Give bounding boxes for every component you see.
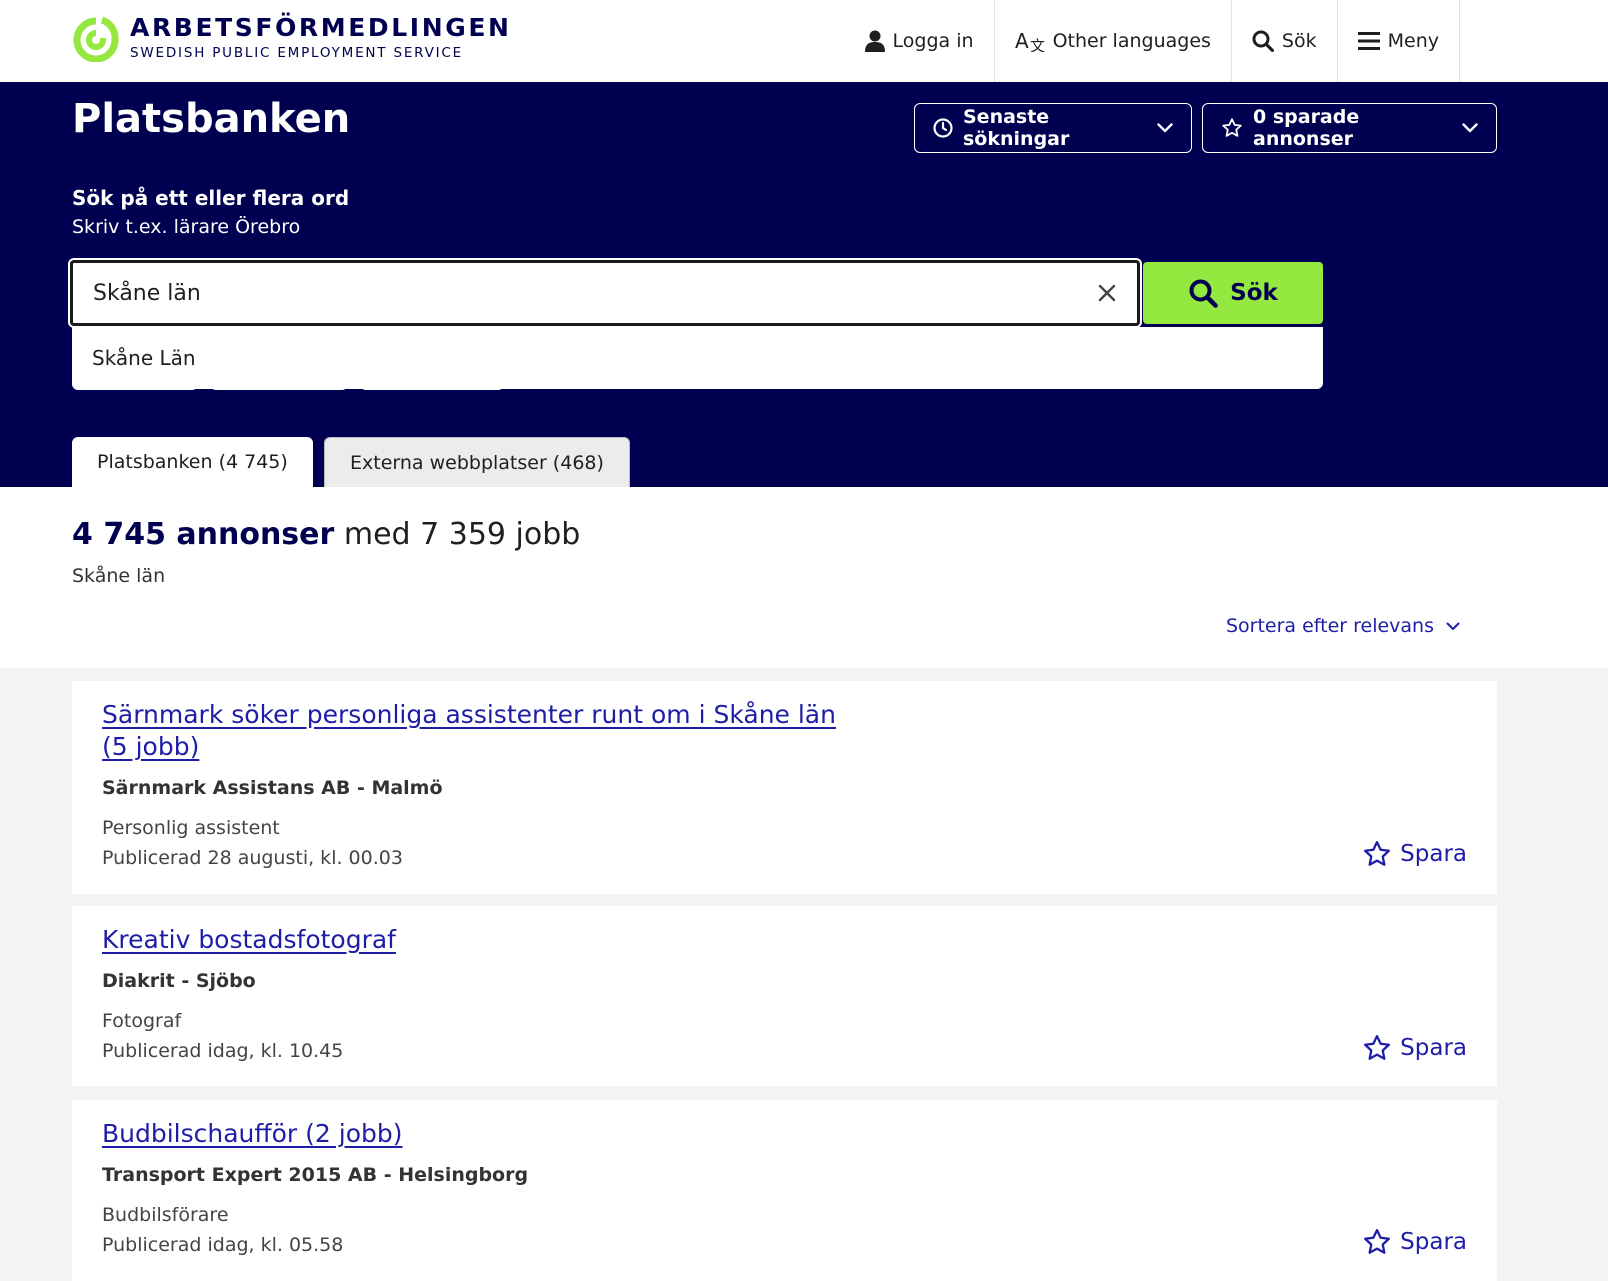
tab-platsbanken[interactable]: Platsbanken (4 745): [72, 437, 313, 487]
search-button-label: Sök: [1230, 280, 1278, 306]
save-label: Spara: [1400, 1229, 1467, 1255]
site-header: ARBETSFÖRMEDLINGEN SWEDISH PUBLIC EMPLOY…: [0, 0, 1608, 82]
job-title-link[interactable]: Särnmark söker personliga assistenter ru…: [102, 699, 862, 763]
save-label: Spara: [1400, 1035, 1467, 1061]
search-button[interactable]: Sök: [1143, 262, 1323, 324]
user-icon: [864, 30, 885, 52]
job-card: Kreativ bostadsfotograf Diakrit - Sjöbo …: [72, 906, 1497, 1086]
job-card: Budbilschaufför (2 jobb) Transport Exper…: [72, 1100, 1497, 1281]
recent-searches-button[interactable]: Senaste sökningar: [914, 103, 1192, 153]
chevron-down-icon: [1446, 622, 1460, 631]
languages-link[interactable]: A文 Other languages: [993, 0, 1231, 82]
job-published: Publicerad idag, kl. 05.58: [102, 1234, 344, 1256]
sort-label: Sortera efter relevans: [1225, 615, 1434, 637]
saved-ads-label: 0 sparade annonser: [1253, 106, 1360, 150]
job-employer: Transport Expert 2015 AB - Helsingborg: [102, 1164, 529, 1186]
brand-name: ARBETSFÖRMEDLINGEN: [130, 13, 512, 42]
search-input[interactable]: Skåne län: [68, 258, 1142, 328]
menu-button[interactable]: Meny: [1336, 0, 1460, 82]
search-icon: [1188, 278, 1218, 308]
result-count: 4 745 annonser med 7 359 jobb: [72, 517, 580, 552]
save-button[interactable]: Spara: [1362, 1033, 1467, 1063]
hamburger-icon: [1357, 31, 1380, 51]
job-published: Publicerad 28 augusti, kl. 00.03: [102, 847, 403, 869]
star-icon: [1221, 117, 1243, 139]
job-published: Publicerad idag, kl. 10.45: [102, 1040, 344, 1062]
svg-text:A: A: [1015, 30, 1029, 52]
tab-label: Platsbanken (4 745): [97, 451, 288, 473]
top-nav: Logga in A文 Other languages Sök Meny: [845, 0, 1460, 82]
clear-icon[interactable]: [1097, 283, 1117, 303]
search-icon: [1252, 30, 1274, 52]
star-icon: [1362, 1033, 1392, 1063]
page-title: Platsbanken: [72, 96, 351, 142]
saved-ads-button[interactable]: 0 sparade annonser: [1202, 103, 1497, 153]
job-employer: Särnmark Assistans AB - Malmö: [102, 777, 443, 799]
suggestion-label: Skåne Län: [92, 346, 196, 370]
search-hero: Platsbanken Senaste sökningar 0 sparade …: [0, 82, 1608, 487]
tab-label: Externa webbplatser (468): [350, 451, 604, 474]
results-header: 4 745 annonser med 7 359 jobb Skåne län …: [0, 487, 1608, 668]
arbetsformedlingen-logo-icon: [73, 16, 120, 62]
save-button[interactable]: Spara: [1362, 839, 1467, 869]
search-input-value: Skåne län: [93, 280, 201, 306]
job-title-link[interactable]: Kreativ bostadsfotograf: [102, 924, 862, 956]
login-link[interactable]: Logga in: [845, 0, 994, 82]
job-occupation: Budbilsförare: [102, 1204, 229, 1226]
job-occupation: Fotograf: [102, 1010, 182, 1032]
job-employer: Diakrit - Sjöbo: [102, 970, 256, 992]
star-icon: [1362, 839, 1392, 869]
login-label: Logga in: [892, 30, 974, 52]
languages-label: Other languages: [1052, 30, 1211, 52]
search-label: Sök på ett eller flera ord: [72, 186, 350, 210]
tab-external-sites[interactable]: Externa webbplatser (468): [324, 437, 630, 487]
menu-label: Meny: [1387, 30, 1439, 52]
job-count: med 7 359 jobb: [334, 517, 581, 552]
search-link-label: Sök: [1281, 30, 1317, 52]
chevron-down-icon: [1462, 123, 1478, 133]
search-hint: Skriv t.ex. lärare Örebro: [72, 216, 301, 238]
save-button[interactable]: Spara: [1362, 1227, 1467, 1257]
sort-dropdown[interactable]: Sortera efter relevans: [1226, 615, 1460, 637]
save-label: Spara: [1400, 841, 1467, 867]
job-title-link[interactable]: Budbilschaufför (2 jobb): [102, 1118, 862, 1150]
ad-count: 4 745 annonser: [72, 517, 335, 552]
search-link[interactable]: Sök: [1230, 0, 1337, 82]
recent-searches-label: Senaste sökningar: [963, 106, 1070, 150]
brand-logo[interactable]: ARBETSFÖRMEDLINGEN SWEDISH PUBLIC EMPLOY…: [72, 14, 512, 62]
autocomplete-suggestion[interactable]: Skåne Län: [72, 327, 1323, 389]
job-card: Särnmark söker personliga assistenter ru…: [72, 681, 1497, 894]
star-icon: [1362, 1227, 1392, 1257]
chevron-down-icon: [1157, 123, 1173, 133]
active-filter: Skåne län: [72, 565, 166, 587]
svg-text:文: 文: [1030, 37, 1045, 52]
brand-tagline: SWEDISH PUBLIC EMPLOYMENT SERVICE: [130, 45, 463, 61]
job-occupation: Personlig assistent: [102, 817, 280, 839]
translate-icon: A文: [1015, 30, 1045, 52]
clock-icon: [933, 118, 953, 138]
